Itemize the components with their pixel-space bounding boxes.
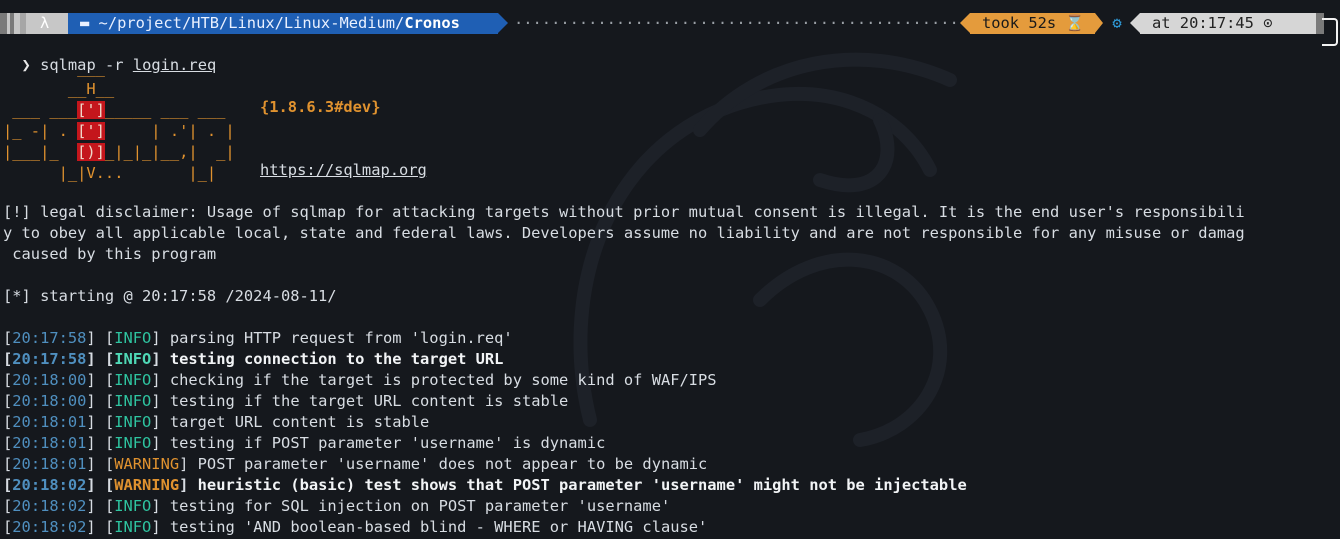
prompt-corner <box>1322 18 1338 46</box>
at-arrow <box>1130 13 1140 33</box>
sqlmap-ascii-logo: ___ __H__ ___ ___[']_____ ___ ___ |_ -| … <box>3 59 235 182</box>
bracket: ] <box>151 392 170 410</box>
bracket: ] [ <box>86 329 115 347</box>
log-line: [20:18:01] [INFO] target URL content is … <box>3 412 429 433</box>
bracket: [ <box>3 329 13 347</box>
took-arrow <box>960 13 970 33</box>
folder-icon: ▬ <box>80 14 99 32</box>
log-message: checking if the target is protected by s… <box>169 371 717 389</box>
log-line: [20:18:01] [WARNING] POST parameter 'use… <box>3 454 707 475</box>
sqlmap-url-link[interactable]: https://sqlmap.org <box>260 160 427 181</box>
log-message: target URL content is stable <box>169 413 430 431</box>
log-message: testing for SQL injection on POST parame… <box>169 497 671 515</box>
bracket: ] [ <box>86 392 115 410</box>
log-level: INFO <box>114 434 152 452</box>
log-level: INFO <box>114 392 152 410</box>
hourglass-icon: ⌛ <box>1065 14 1085 32</box>
log-timestamp: 20:17:58 <box>12 329 87 347</box>
log-line: [20:18:02] [INFO] testing for SQL inject… <box>3 496 670 517</box>
log-level: INFO <box>114 518 152 536</box>
log-line: [20:18:01] [INFO] testing if POST parame… <box>3 433 605 454</box>
bracket: ] <box>151 371 170 389</box>
log-timestamp: 20:18:02 <box>12 476 87 494</box>
bracket: [ <box>3 392 13 410</box>
log-line: [20:17:58] [INFO] parsing HTTP request f… <box>3 328 513 349</box>
bracket: ] <box>151 350 170 368</box>
disclaimer-line-1: [!] legal disclaimer: Usage of sqlmap fo… <box>3 203 1245 221</box>
bracket: [ <box>3 476 13 494</box>
bracket: [ <box>3 413 13 431</box>
log-timestamp: 20:18:00 <box>12 371 87 389</box>
log-line: [20:18:02] [INFO] testing 'AND boolean-b… <box>3 517 707 538</box>
bracket: ] [ <box>86 413 115 431</box>
log-timestamp: 20:18:01 <box>12 413 87 431</box>
clock-icon: ⊙ <box>1263 14 1273 32</box>
bracket: ] <box>151 518 170 536</box>
bracket: ] <box>179 476 198 494</box>
disclaimer-line-2: y to obey all applicable local, state an… <box>3 224 1245 242</box>
bracket: ] [ <box>86 455 115 473</box>
bracket: ] <box>151 413 170 431</box>
command-line[interactable]: ❯ sqlmap -r login.req <box>3 34 217 74</box>
log-timestamp: 20:18:02 <box>12 518 87 536</box>
bracket: ] <box>151 434 170 452</box>
gear-icon: ⚙ <box>1112 14 1122 32</box>
log-message: POST parameter 'username' does not appea… <box>197 455 708 473</box>
log-timestamp: 20:18:01 <box>12 455 87 473</box>
prompt-status-segment: λ <box>0 13 68 34</box>
bracket: ] [ <box>86 476 115 494</box>
path-current: Cronos <box>404 14 460 32</box>
took-text: took 52s <box>982 14 1057 32</box>
log-line: [20:18:00] [INFO] testing if the target … <box>3 391 568 412</box>
log-timestamp: 20:17:58 <box>12 350 87 368</box>
log-timestamp: 20:18:01 <box>12 434 87 452</box>
path-arrow <box>498 13 508 33</box>
log-timestamp: 20:18:00 <box>12 392 87 410</box>
sqlmap-version: {1.8.6.3#dev} <box>260 98 381 116</box>
bracket: ] [ <box>86 518 115 536</box>
took-segment: took 52s ⌛ <box>970 13 1095 34</box>
log-message: heuristic (basic) test shows that POST p… <box>197 476 967 494</box>
bracket: [ <box>3 455 13 473</box>
bracket: ] <box>179 455 198 473</box>
log-message: testing connection to the target URL <box>169 350 504 368</box>
bracket: [ <box>3 497 13 515</box>
disclaimer-line-3: caused by this program <box>3 245 217 263</box>
log-timestamp: 20:18:02 <box>12 497 87 515</box>
bracket: ] [ <box>86 497 115 515</box>
time-text: at 20:17:45 <box>1152 14 1254 32</box>
starting-line: [*] starting @ 20:17:58 /2024-08-11/ <box>3 287 337 305</box>
log-line: [20:18:00] [INFO] checking if the target… <box>3 370 717 391</box>
time-segment: at 20:17:45 ⊙ <box>1140 13 1316 34</box>
bracket: [ <box>3 518 13 536</box>
lambda-icon: λ <box>40 14 50 32</box>
log-message: testing if POST parameter 'username' is … <box>169 434 606 452</box>
log-message: parsing HTTP request from 'login.req' <box>169 329 513 347</box>
log-message: testing 'AND boolean-based blind - WHERE… <box>169 518 708 536</box>
prompt-filler-dots: ········································… <box>514 14 962 32</box>
log-level: WARNING <box>114 455 180 473</box>
bracket: [ <box>3 371 13 389</box>
log-line: [20:18:02] [WARNING] heuristic (basic) t… <box>3 475 967 496</box>
prompt-bar: λ ▬ ~/project/HTB/Linux/Linux-Medium/Cro… <box>0 13 1340 34</box>
log-level: INFO <box>114 371 152 389</box>
bracket: ] [ <box>86 350 115 368</box>
bracket: ] [ <box>86 434 115 452</box>
bracket: [ <box>3 350 13 368</box>
log-level: INFO <box>114 413 152 431</box>
log-level: INFO <box>114 329 152 347</box>
prompt-path-segment: ▬ ~/project/HTB/Linux/Linux-Medium/Crono… <box>68 13 498 34</box>
log-level: WARNING <box>114 476 180 494</box>
log-message: testing if the target URL content is sta… <box>169 392 569 410</box>
path-prefix: ~/project/HTB/Linux/Linux-Medium/ <box>98 14 405 32</box>
log-line: [20:17:58] [INFO] testing connection to … <box>3 349 503 370</box>
bracket: [ <box>3 434 13 452</box>
bracket: ] <box>151 497 170 515</box>
took-end-arrow <box>1095 13 1103 33</box>
bracket: ] [ <box>86 371 115 389</box>
bracket: ] <box>151 329 170 347</box>
log-level: INFO <box>114 350 152 368</box>
log-level: INFO <box>114 497 152 515</box>
